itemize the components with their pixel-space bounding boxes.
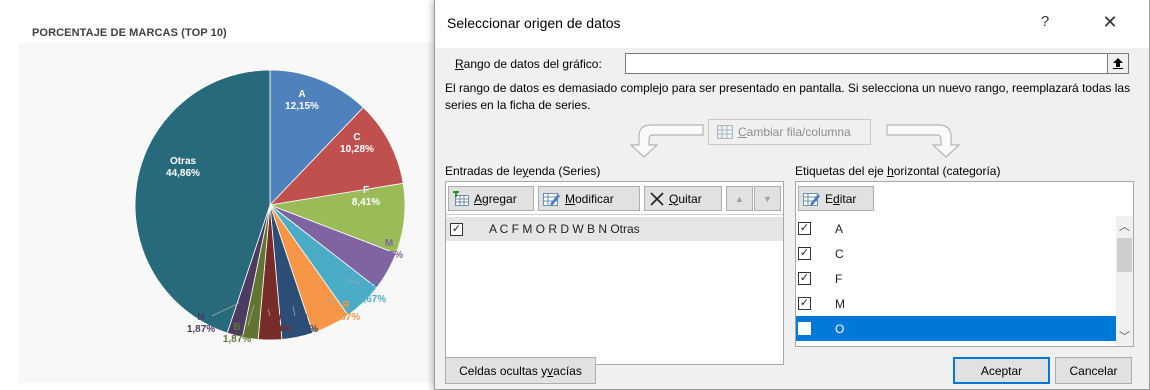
category-checkbox[interactable] — [798, 322, 811, 335]
select-data-source-dialog: Seleccionar origen de datos ? ✕ Rango de… — [434, 0, 1150, 390]
scroll-thumb[interactable] — [1117, 238, 1132, 272]
category-item[interactable]: ✓ M — [796, 291, 1116, 316]
category-checkbox[interactable]: ✓ — [798, 297, 811, 310]
slice-label: W — [272, 312, 282, 323]
slice-percentage: 2,80% — [263, 324, 291, 335]
category-name: F — [835, 271, 843, 286]
collapse-arrow-icon — [1113, 58, 1123, 69]
slice-percentage: 10,28% — [340, 144, 374, 155]
switch-grid-icon — [717, 125, 733, 139]
category-checkbox[interactable]: ✓ — [798, 272, 811, 285]
category-name: A — [835, 221, 844, 236]
scroll-down-icon[interactable]: ﹀ — [1116, 328, 1133, 343]
right-curved-arrow-icon — [886, 124, 961, 158]
category-list: ✓ A ✓ C ✓ F ✓ M O — [796, 216, 1116, 341]
slice-percentage: 44,86% — [166, 168, 200, 179]
category-scrollbar[interactable]: ︿ ﹀ — [1116, 216, 1133, 346]
remove-x-icon — [650, 191, 664, 206]
slice-percentage: 3,74% — [290, 324, 318, 335]
chart-data-range-input[interactable] — [625, 53, 1117, 74]
category-toolbar: Editar — [796, 182, 1133, 215]
series-toolbar: Agregar Modificar Quitar ▲ ▼ — [446, 182, 783, 215]
close-button[interactable]: ✕ — [1099, 12, 1121, 34]
add-series-label: Agregar — [474, 191, 517, 206]
hidden-empty-cells-button[interactable]: Celdas ocultas y v acías — [445, 357, 596, 384]
ok-button[interactable]: Aceptar — [953, 357, 1050, 384]
category-name: C — [835, 246, 844, 261]
axis-labels-panel: Editar ✓ A ✓ C ✓ F ✓ M O ︿ ﹀ — [795, 181, 1134, 347]
edit-table-icon — [543, 192, 560, 206]
slice-percentage: 1,87% — [223, 334, 251, 345]
slice-label: N — [197, 312, 204, 323]
category-name: O — [835, 321, 845, 336]
slice-label: A — [298, 89, 305, 100]
slice-percentage: 12,15% — [285, 101, 319, 112]
category-item[interactable]: ✓ A — [796, 216, 1116, 241]
collapse-range-button[interactable] — [1107, 53, 1129, 74]
slice-label: C — [353, 132, 360, 143]
slice-label: D — [300, 312, 307, 323]
slice-percentage: 4,67% — [375, 250, 403, 261]
complex-range-message: El rango de datos es demasiado complejo … — [445, 81, 1131, 112]
scroll-up-icon[interactable]: ︿ — [1116, 218, 1133, 233]
slice-label: F — [363, 185, 369, 196]
category-checkbox[interactable]: ✓ — [798, 222, 811, 235]
edit-axis-labels-button[interactable]: Editar — [798, 186, 874, 211]
slice-label: O — [368, 282, 376, 293]
cancel-button[interactable]: Cancelar — [1055, 357, 1132, 384]
move-down-button[interactable]: ▼ — [754, 186, 781, 211]
add-series-button[interactable]: Agregar — [448, 186, 534, 211]
category-item[interactable]: ✓ F — [796, 266, 1116, 291]
edit-series-label: Modificar — [565, 191, 614, 206]
dialog-titlebar: Seleccionar origen de datos ? ✕ — [435, 0, 1149, 48]
series-checkbox[interactable]: ✓ — [450, 222, 463, 236]
edit-series-button[interactable]: Modificar — [538, 186, 640, 211]
slice-label: B — [233, 322, 240, 333]
slice-percentage: 4,67% — [332, 312, 360, 323]
category-item[interactable]: O — [796, 316, 1116, 341]
slice-label: R — [342, 300, 350, 311]
edit-table-icon — [803, 192, 820, 206]
slice-label: Otras — [170, 156, 197, 167]
switch-row-column-label: Cambiar fila/columna — [738, 125, 851, 139]
remove-series-button[interactable]: Quitar — [644, 186, 722, 211]
category-checkbox[interactable]: ✓ — [798, 247, 811, 260]
chart-data-range-label: Rango de datos del gráfico: — [455, 57, 602, 71]
switch-row-column-button[interactable]: Cambiar fila/columna — [708, 119, 871, 145]
help-button[interactable]: ? — [1035, 13, 1055, 33]
legend-entries-label: Entradas de leyenda (Series) — [445, 164, 601, 178]
slice-label: M — [385, 238, 393, 249]
series-name: A C F M O R D W B N Otras — [489, 222, 640, 236]
left-curved-arrow-icon — [629, 124, 704, 158]
add-table-icon — [453, 190, 469, 206]
slice-percentage: 4,67% — [358, 294, 386, 305]
series-list-item[interactable]: ✓ A C F M O R D W B N Otras — [446, 217, 783, 241]
dialog-title: Seleccionar origen de datos — [447, 15, 621, 31]
slice-percentage: 1,87% — [187, 324, 215, 335]
move-up-button[interactable]: ▲ — [726, 186, 753, 211]
legend-entries-panel: Agregar Modificar Quitar ▲ ▼ ✓ A C F M O… — [445, 181, 784, 365]
pie-chart: A12,15%C10,28%F8,41%M4,67%O4,67%R4,67%D3… — [134, 69, 406, 345]
slice-percentage: 8,41% — [352, 197, 380, 208]
category-item[interactable]: ✓ C — [796, 241, 1116, 266]
remove-series-label: Quitar — [669, 191, 702, 206]
axis-labels-label: Etiquetas del eje horizontal (categoría) — [795, 164, 1001, 178]
edit-axis-labels-label: Editar — [825, 191, 857, 206]
category-name: M — [835, 296, 845, 311]
